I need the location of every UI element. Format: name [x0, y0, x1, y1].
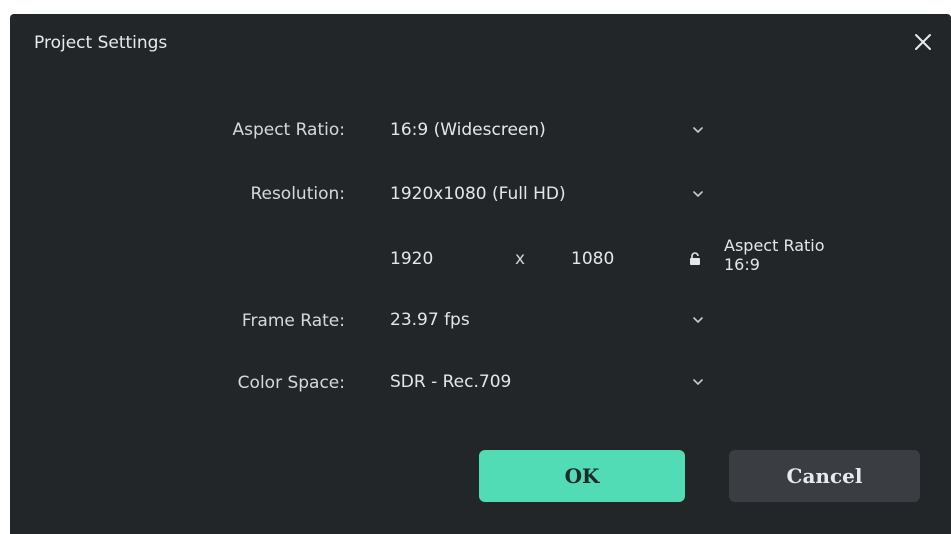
width-input[interactable] [390, 246, 460, 272]
height-input[interactable] [571, 246, 641, 272]
aspect-ratio-value: 16:9 (Widescreen) [390, 120, 546, 140]
frame-rate-label: Frame Rate: [241, 311, 345, 331]
chevron-down-icon [693, 317, 703, 324]
aspect-ratio-dropdown[interactable]: 16:9 (Widescreen) [390, 116, 708, 146]
aspect-ratio-note-value: 16:9 [724, 255, 760, 274]
dialog-title: Project Settings [34, 33, 168, 53]
cancel-button[interactable]: Cancel [729, 450, 920, 502]
close-icon [915, 34, 931, 50]
aspect-lock-toggle[interactable] [689, 251, 701, 270]
resolution-label: Resolution: [250, 184, 345, 204]
aspect-ratio-note: Aspect Ratio 16:9 [724, 236, 825, 274]
resolution-dropdown[interactable]: 1920x1080 (Full HD) [390, 180, 708, 210]
lock-icon [690, 252, 700, 265]
chevron-down-icon [693, 191, 703, 198]
project-settings-dialog: Project Settings Aspect Ratio: 16:9 (Wid… [10, 14, 951, 534]
frame-rate-value: 23.97 fps [390, 310, 470, 330]
dimension-separator: x [515, 249, 526, 269]
color-space-value: SDR - Rec.709 [390, 372, 512, 392]
resolution-value: 1920x1080 (Full HD) [390, 184, 566, 204]
chevron-down-icon [693, 379, 703, 386]
aspect-ratio-note-title: Aspect Ratio [724, 236, 825, 255]
frame-rate-dropdown[interactable]: 23.97 fps [390, 306, 708, 336]
color-space-label: Color Space: [237, 373, 345, 393]
chevron-down-icon [693, 127, 703, 134]
ok-button[interactable]: OK [479, 450, 685, 502]
aspect-ratio-label: Aspect Ratio: [232, 120, 345, 140]
color-space-dropdown[interactable]: SDR - Rec.709 [390, 368, 708, 398]
close-button[interactable] [908, 27, 938, 57]
